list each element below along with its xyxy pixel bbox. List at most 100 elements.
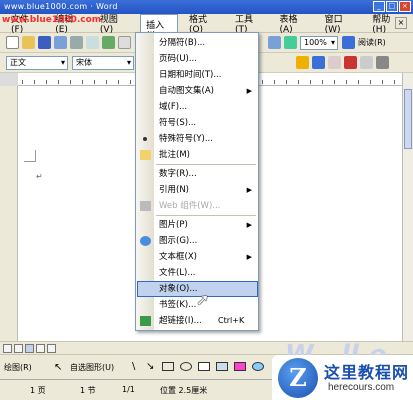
insert-menu: 分隔符(B)... 页码(U)... 日期和时间(T)... 自动图文集(A) ▶ 域(F… <box>135 32 259 331</box>
ruler-tick <box>34 80 35 84</box>
ruler-tick <box>130 80 131 84</box>
oval-tool-icon[interactable] <box>180 362 192 371</box>
menu-item-label: 特殊符号(Y)... <box>159 134 213 144</box>
diagram-icon <box>140 236 151 246</box>
spelling-icon[interactable] <box>102 36 115 49</box>
ruler-tick <box>310 80 311 84</box>
logo-title: 这里教程网 <box>324 363 410 382</box>
insert-menu-item[interactable]: 文件(L)... <box>137 265 258 281</box>
logo-url: herecours.com <box>328 382 395 393</box>
hyperlink-icon <box>140 316 151 326</box>
ruler-tick <box>262 80 263 84</box>
vertical-textbox-icon[interactable] <box>216 362 228 371</box>
new-document-icon[interactable] <box>6 36 19 49</box>
ruler-tick <box>82 80 83 84</box>
vertical-scrollbar[interactable] <box>402 73 413 341</box>
insert-menu-item[interactable]: 文本框(X) ▶ <box>137 249 258 265</box>
menu-separator <box>156 164 256 165</box>
rectangle-tool-icon[interactable] <box>162 362 174 371</box>
menu-item-label: Web 组件(W)... <box>159 201 221 211</box>
draw-menu-button[interactable]: 绘图(R) <box>4 362 32 373</box>
insert-menu-item[interactable]: 引用(N) ▶ <box>137 182 258 198</box>
scroll-thumb[interactable] <box>404 89 412 149</box>
diagram-tool-icon[interactable] <box>252 362 264 371</box>
ruler-tick <box>370 80 371 84</box>
menu-item-label: 对象(O)... <box>159 284 198 294</box>
insert-menu-item[interactable]: 图示(G)... <box>137 233 258 249</box>
menu-item-label: 引用(N) <box>159 185 189 195</box>
document-map-icon[interactable] <box>284 36 297 49</box>
help-icon[interactable] <box>342 36 355 49</box>
insert-menu-item[interactable]: 日期和时间(T)... <box>137 67 258 83</box>
zoom-select[interactable]: 100% <box>300 36 338 50</box>
menu-insert[interactable]: 插入(I) <box>140 14 178 41</box>
insert-menu-item[interactable]: 图片(P) ▶ <box>137 217 258 233</box>
menu-item-label: 图片(P) <box>159 220 188 230</box>
open-folder-icon[interactable] <box>22 36 35 49</box>
style-select[interactable]: 正文 <box>6 56 68 70</box>
menu-item-label: 书签(K)... <box>159 300 197 310</box>
ruler-tick <box>346 80 347 84</box>
insert-menu-item[interactable]: 超链接(I)... Ctrl+K <box>137 313 258 329</box>
status-pages: 1/1 <box>122 385 135 394</box>
ruler-tick <box>322 80 323 84</box>
indent-icon[interactable] <box>328 56 341 69</box>
shortcut-label: Ctrl+K <box>218 316 245 325</box>
ruler-tick <box>106 80 107 84</box>
status-page: 1 页 <box>30 386 46 395</box>
ruler-tick <box>394 80 395 84</box>
font-select[interactable]: 宋体 <box>72 56 134 70</box>
insert-menu-item[interactable]: 域(F)... <box>137 99 258 115</box>
bullets-icon[interactable] <box>312 56 325 69</box>
drawing-toggle-icon[interactable] <box>268 36 281 49</box>
vertical-ruler <box>0 86 18 341</box>
permission-icon[interactable] <box>54 36 67 49</box>
highlight-icon[interactable] <box>296 56 309 69</box>
status-section: 1 节 <box>80 386 96 395</box>
web-component-icon <box>140 201 151 211</box>
textbox-tool-icon[interactable] <box>198 362 210 371</box>
insert-menu-item[interactable]: 自动图文集(A) ▶ <box>137 83 258 99</box>
status-position: 位置 2.5厘米 <box>160 386 208 395</box>
print-preview-icon[interactable] <box>86 36 99 49</box>
wordart-icon[interactable] <box>234 362 246 371</box>
font-color-icon[interactable] <box>344 56 357 69</box>
print-icon[interactable] <box>70 36 83 49</box>
watermark-url: www.blue1000.com <box>2 15 102 25</box>
ruler-tick <box>94 80 95 84</box>
symbol-icon <box>143 137 147 141</box>
paragraph-mark: ↵ <box>36 172 43 181</box>
insert-menu-item[interactable]: 数字(R)... <box>137 166 258 182</box>
menu-item-label: 文件(L)... <box>159 268 196 278</box>
outline-view-button[interactable] <box>36 344 45 353</box>
normal-view-button[interactable] <box>3 344 12 353</box>
submenu-arrow-icon: ▶ <box>246 186 252 194</box>
menu-item-label: 自动图文集(A) <box>159 86 214 96</box>
comment-icon <box>140 150 151 160</box>
border-icon[interactable] <box>360 56 373 69</box>
research-icon[interactable] <box>118 36 131 49</box>
read-button[interactable]: 阅读(R) <box>358 36 386 50</box>
insert-menu-item[interactable]: 分隔符(B)... <box>137 35 258 51</box>
close-document-button[interactable]: × <box>395 17 407 29</box>
save-icon[interactable] <box>38 36 51 49</box>
ruler-tick <box>70 80 71 84</box>
menu-item-label: 域(F)... <box>159 102 188 112</box>
insert-menu-item[interactable]: 批注(M) <box>137 147 258 163</box>
web-view-button[interactable] <box>14 344 23 353</box>
arrow-tool-icon[interactable]: ↘ <box>146 361 154 372</box>
reading-view-button[interactable] <box>47 344 56 353</box>
line-tool-icon[interactable]: \ <box>132 361 135 372</box>
menu-item-label: 文本框(X) <box>159 252 197 262</box>
insert-menu-item[interactable]: 特殊符号(Y)... <box>137 131 258 147</box>
ruler-tick <box>274 80 275 84</box>
select-pointer-icon[interactable]: ↖ <box>54 362 62 373</box>
autoshapes-button[interactable]: 自选图形(U) <box>70 362 114 373</box>
ruler-tick <box>58 80 59 84</box>
insert-menu-item[interactable]: 符号(S)... <box>137 115 258 131</box>
margin-corner-mark <box>24 150 36 162</box>
ruler-tick <box>286 80 287 84</box>
more-buttons-icon[interactable] <box>376 56 389 69</box>
insert-menu-item[interactable]: 页码(U)... <box>137 51 258 67</box>
print-layout-button[interactable] <box>25 344 34 353</box>
